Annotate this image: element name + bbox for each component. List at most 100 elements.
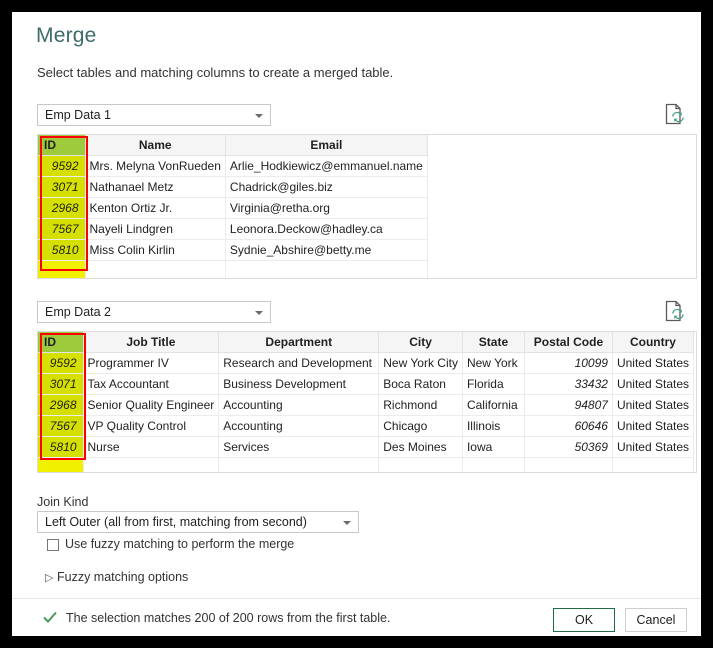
table-cell: Sydnie_Abshire@betty.me [225, 239, 428, 261]
table-cell: Iowa [462, 436, 525, 458]
refresh-preview-icon-1[interactable] [664, 103, 684, 125]
table-filler-cell [462, 457, 525, 472]
table-header-row: ID Name Email [38, 135, 428, 156]
ok-button[interactable]: OK [553, 608, 615, 632]
table-row[interactable]: 5810 Miss Colin Kirlin Sydnie_Abshire@bett… [38, 239, 428, 261]
column-header[interactable]: City [378, 332, 463, 353]
fuzzy-matching-label: Use fuzzy matching to perform the merge [65, 537, 295, 551]
table-row[interactable]: 5810 Nurse Services Des Moines Iowa 50369 Unit… [38, 436, 695, 458]
table-cell: 10099 [524, 352, 613, 374]
table-filler-cell [218, 457, 380, 472]
table-row[interactable]: 9592 Programmer IV Research and Developmen… [38, 352, 695, 374]
dialog-subtitle: Select tables and matching columns to cr… [37, 65, 394, 80]
table-header-row: ID Job Title Department City State Postal Cod… [38, 332, 695, 353]
table-cell: United States [612, 394, 695, 416]
table-cell: 33432 [524, 373, 613, 395]
table-cell: 7567 [38, 218, 86, 240]
column-header[interactable]: Name [85, 135, 226, 156]
table-cell: 50369 [524, 436, 613, 458]
table-cell: VP Quality Control [83, 415, 220, 437]
table-cell: 3071 [38, 176, 86, 198]
table-cell: 9592 [38, 352, 84, 374]
table-cell: Miss Colin Kirlin [85, 239, 226, 261]
table-cell: United States [612, 352, 695, 374]
table-cell: Chadrick@giles.biz [225, 176, 428, 198]
table-cell: 60646 [524, 415, 613, 437]
chevron-down-icon [343, 521, 351, 525]
table-filler-cell [85, 260, 226, 278]
column-header[interactable]: Department [218, 332, 380, 353]
table-cell: 94807 [524, 394, 613, 416]
table-cell: Chicago [378, 415, 463, 437]
table-filler-cell [225, 260, 428, 278]
page-title: Merge [36, 24, 97, 47]
status-text: The selection matches 200 of 200 rows fr… [66, 611, 391, 625]
table1-selector-value: Emp Data 1 [45, 108, 112, 122]
cancel-button[interactable]: Cancel [625, 608, 687, 632]
table-filler-cell [83, 457, 220, 472]
table-cell: 9592 [38, 155, 86, 177]
table-row[interactable]: 7567 VP Quality Control Accounting Chicago I… [38, 415, 695, 437]
chevron-down-icon [255, 311, 263, 315]
merge-dialog: Merge Select tables and matching columns… [12, 12, 701, 636]
table2-grid: ID Job Title Department City State Postal Cod… [38, 332, 695, 472]
table-cell: California [462, 394, 525, 416]
table2-selector-value: Emp Data 2 [45, 305, 112, 319]
table-cell: Richmond [378, 394, 463, 416]
table-cell: Des Moines [378, 436, 463, 458]
table-filler-row [38, 260, 428, 278]
table-cell: Arlie_Hodkiewicz@emmanuel.name [225, 155, 428, 177]
table-filler-cell [38, 457, 84, 472]
table-cell: Florida [462, 373, 525, 395]
fuzzy-options-label: Fuzzy matching options [57, 570, 189, 584]
table-cell: 2968 [38, 197, 86, 219]
table-row[interactable]: 3071 Nathanael Metz Chadrick@giles.biz [38, 176, 428, 198]
table-cell: Nathanael Metz [85, 176, 226, 198]
table-row[interactable]: 9592 Mrs. Melyna VonRueden Arlie_Hodkiewic… [38, 155, 428, 177]
column-header[interactable]: Country [612, 332, 695, 353]
join-kind-selector[interactable]: Left Outer (all from first, matching fro… [37, 511, 359, 533]
table-cell: Virginia@retha.org [225, 197, 428, 219]
table-cell: United States [612, 415, 695, 437]
column-header[interactable]: State [462, 332, 525, 353]
column-header[interactable]: ID [38, 135, 86, 156]
table-cell: United States [612, 373, 695, 395]
table-row[interactable]: 3071 Tax Accountant Business Development Bo… [38, 373, 695, 395]
chevron-down-icon [255, 114, 263, 118]
table1-selector[interactable]: Emp Data 1 [37, 104, 271, 126]
chevron-right-icon: ▷ [45, 572, 54, 584]
table-cell: Senior Quality Engineer [83, 394, 220, 416]
join-kind-label: Join Kind [37, 495, 89, 509]
table1-grid: ID Name Email 9592 Mrs. Melyna VonRueden Arli… [38, 135, 428, 278]
column-header[interactable]: Postal Code [524, 332, 613, 353]
column-header[interactable]: ID [38, 332, 84, 353]
table-cell: 7567 [38, 415, 84, 437]
table-cell: Mrs. Melyna VonRueden [85, 155, 226, 177]
table-cell: Accounting [218, 415, 380, 437]
table-filler-cell [38, 260, 86, 278]
table-row[interactable]: 7567 Nayeli Lindgren Leonora.Deckow@hadley… [38, 218, 428, 240]
table-cell: Illinois [462, 415, 525, 437]
column-header[interactable]: Job Title [83, 332, 220, 353]
table2-preview: ID Job Title Department City State Postal Cod… [37, 331, 697, 473]
table-cell: 3071 [38, 373, 84, 395]
table-cell: Programmer IV [83, 352, 220, 374]
table-cell: Services [218, 436, 380, 458]
table-cell: 5810 [38, 436, 84, 458]
table-row[interactable]: 2968 Kenton Ortiz Jr. Virginia@retha.org [38, 197, 428, 219]
table-cell: Boca Raton [378, 373, 463, 395]
column-header[interactable]: Email [225, 135, 428, 156]
table-cell: Research and Development [218, 352, 380, 374]
join-kind-value: Left Outer (all from first, matching fro… [45, 515, 307, 529]
table2-selector[interactable]: Emp Data 2 [37, 301, 271, 323]
refresh-preview-icon-2[interactable] [664, 300, 684, 322]
table1-preview: ID Name Email 9592 Mrs. Melyna VonRueden Arli… [37, 134, 697, 279]
fuzzy-matching-checkbox[interactable] [47, 539, 59, 551]
footer-divider [12, 598, 701, 599]
table-cell: New York [462, 352, 525, 374]
table-cell: Business Development [218, 373, 380, 395]
table-row[interactable]: 2968 Senior Quality Engineer Accounting Ric… [38, 394, 695, 416]
table-cell: 5810 [38, 239, 86, 261]
table-filler-cell [524, 457, 613, 472]
table-cell: 2968 [38, 394, 84, 416]
